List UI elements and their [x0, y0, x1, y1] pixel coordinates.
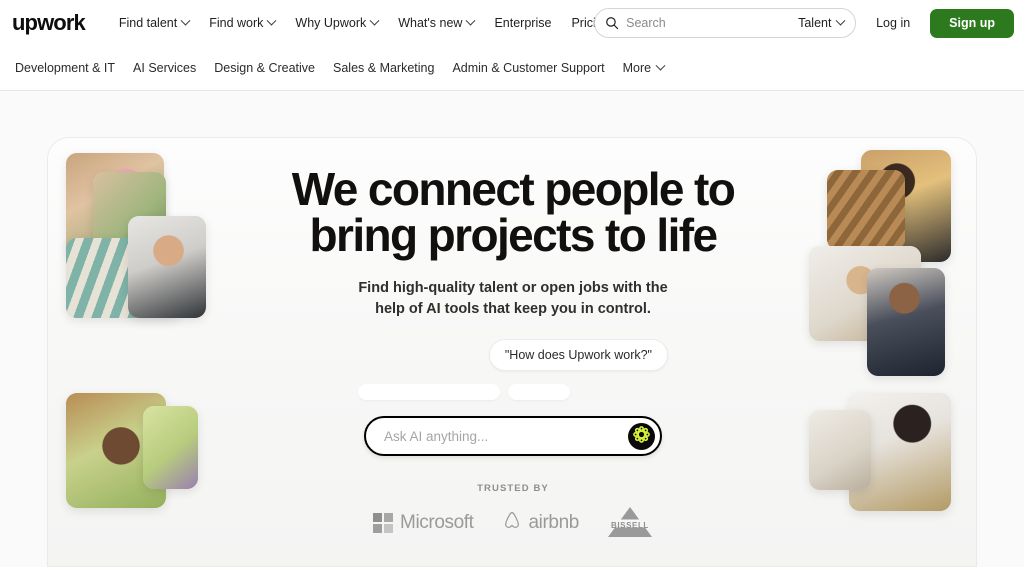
- chevron-down-icon: [180, 15, 191, 26]
- category-ai-services[interactable]: AI Services: [124, 55, 205, 81]
- airbnb-bird-icon: [502, 510, 522, 535]
- nav-item-label: Find work: [209, 15, 264, 30]
- chat-bubble-user-question: "How does Upwork work?": [488, 339, 668, 372]
- search-input[interactable]: [626, 16, 788, 30]
- category-navigation: Development & IT AI Services Design & Cr…: [0, 46, 1024, 91]
- logo-airbnb: airbnb: [502, 510, 579, 535]
- category-more[interactable]: More: [614, 55, 673, 81]
- nav-item-find-talent[interactable]: Find talent: [109, 11, 199, 36]
- logo-bissell: BISSELL: [607, 506, 653, 539]
- search-icon: [605, 16, 619, 30]
- primary-nav-links: Find talent Find work Why Upwork What's …: [109, 11, 620, 36]
- chevron-down-icon: [836, 15, 846, 26]
- headline-line-2: bring projects to life: [309, 209, 719, 261]
- hero-subheading: Find high-quality talent or open jobs wi…: [358, 278, 667, 320]
- hero-content: We connect people to bring projects to l…: [48, 138, 976, 566]
- chevron-down-icon: [466, 15, 476, 26]
- chevron-down-icon: [369, 15, 380, 26]
- search-scope-label: Talent: [798, 16, 832, 30]
- page-root: upwork Find talent Find work Why Upwork …: [0, 0, 1024, 567]
- chevron-down-icon: [655, 60, 666, 71]
- category-label: AI Services: [133, 61, 197, 75]
- category-label: Admin & Customer Support: [452, 61, 605, 75]
- microsoft-squares-icon: [373, 512, 394, 533]
- category-sales-marketing[interactable]: Sales & Marketing: [324, 55, 443, 81]
- ai-sparkle-icon: [632, 425, 651, 447]
- trusted-by-section: TRUSTED BY Microsoft airbnb BISSELL: [373, 483, 653, 539]
- chevron-down-icon: [266, 15, 277, 26]
- nav-item-label: Why Upwork: [295, 15, 367, 30]
- nav-item-find-work[interactable]: Find work: [199, 11, 285, 36]
- search-scope-select[interactable]: Talent: [787, 15, 857, 30]
- trusted-by-label: TRUSTED BY: [477, 483, 549, 495]
- category-label: Sales & Marketing: [333, 61, 435, 75]
- trusted-by-logos: Microsoft airbnb BISSELL: [373, 506, 653, 539]
- nav-item-whats-new[interactable]: What's new: [388, 11, 484, 36]
- nav-item-label: What's new: [398, 15, 463, 30]
- nav-item-label: Enterprise: [494, 15, 552, 30]
- signup-button[interactable]: Sign up: [930, 8, 1014, 38]
- category-label: Design & Creative: [214, 61, 316, 75]
- category-development-it[interactable]: Development & IT: [6, 55, 124, 81]
- subheading-line-2: help of AI tools that keep you in contro…: [375, 301, 651, 318]
- ai-chat-preview: "How does Upwork work?": [358, 339, 668, 401]
- page-title: We connect people to bring projects to l…: [291, 163, 736, 261]
- chat-skeleton-bar-long: [358, 384, 500, 401]
- nav-item-enterprise[interactable]: Enterprise: [484, 11, 561, 36]
- category-label: Development & IT: [15, 61, 116, 75]
- primary-navigation: upwork Find talent Find work Why Upwork …: [0, 0, 1024, 46]
- nav-item-why-upwork[interactable]: Why Upwork: [285, 11, 388, 36]
- global-search[interactable]: Talent: [594, 8, 857, 38]
- category-label: More: [622, 61, 652, 75]
- subheading-line-1: Find high-quality talent or open jobs wi…: [358, 280, 668, 296]
- hero-section: We connect people to bring projects to l…: [0, 91, 1024, 567]
- logo-microsoft: Microsoft: [373, 511, 474, 534]
- chat-skeleton-bar-short: [508, 384, 570, 401]
- logo-bissell-text: BISSELL: [610, 520, 649, 530]
- upwork-logo[interactable]: upwork: [12, 12, 86, 34]
- nav-item-label: Find talent: [118, 15, 178, 30]
- category-admin-customer-support[interactable]: Admin & Customer Support: [443, 55, 613, 81]
- headline-line-1: We connect people to: [291, 163, 736, 215]
- ask-ai-submit-button[interactable]: [628, 422, 655, 450]
- category-design-creative[interactable]: Design & Creative: [205, 55, 324, 81]
- login-link[interactable]: Log in: [862, 10, 924, 36]
- ask-ai-searchbar[interactable]: [364, 416, 662, 457]
- ask-ai-input[interactable]: [384, 428, 628, 444]
- logo-airbnb-text: airbnb: [528, 511, 580, 533]
- chat-skeleton-row: [358, 371, 668, 401]
- hero-card: We connect people to bring projects to l…: [47, 137, 977, 567]
- primary-nav-actions: Talent Log in Sign up: [594, 0, 1014, 46]
- logo-microsoft-text: Microsoft: [400, 511, 474, 533]
